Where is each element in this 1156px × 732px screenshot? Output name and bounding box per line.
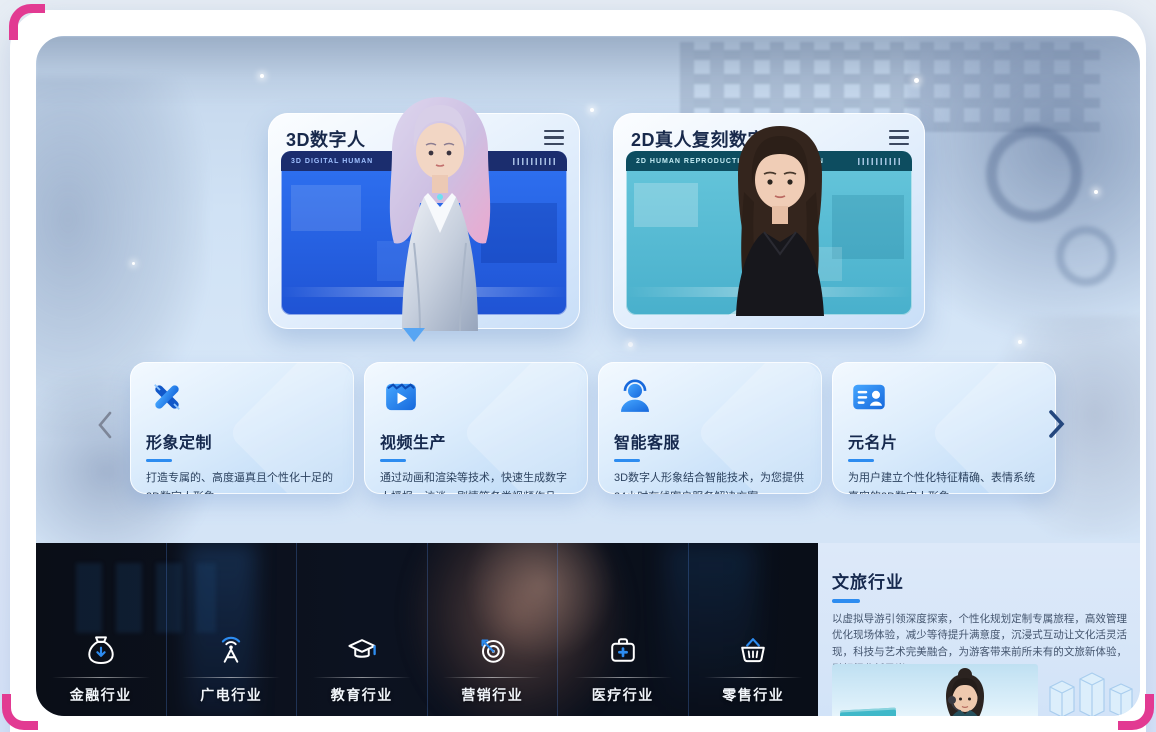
menu-icon[interactable] (889, 130, 909, 149)
chevron-right-icon[interactable] (1044, 406, 1068, 442)
pen-tools-icon (146, 376, 188, 418)
sparkle (914, 78, 919, 83)
industries-section: 文旅行业 以虚拟导游引领深度探索，个性化规划定制专属旅程，高效管理优化现场体验，… (36, 543, 1140, 716)
divider (182, 677, 280, 678)
industry-label: 营销行业 (461, 685, 523, 705)
robot-head-right-decoration (906, 36, 1140, 376)
video-caption: 3D DIGITAL HUMAN (291, 158, 373, 165)
divider (52, 677, 150, 678)
id-card-icon (848, 376, 890, 418)
hero-card-3d[interactable]: 3D数字人 3D DIGITAL HUMAN (268, 113, 580, 329)
sparkle (628, 342, 633, 347)
female-2d-avatar (700, 122, 860, 316)
feature-description: 3D数字人形象结合智能技术，为您提供24小时在线客户服务解决方案。 (614, 469, 806, 494)
feature-card-image-customization[interactable]: 形象定制 打造专属的、高度逼真且个性化十足的3D数字人形象。 (130, 362, 354, 494)
industry-item-medical[interactable]: 医疗行业 (558, 543, 689, 716)
hero-card-2d[interactable]: 2D真人复刻数字人 2D HUMAN REPRODUCTION DIGITAL … (613, 113, 925, 329)
feature-description: 打造专属的、高度逼真且个性化十足的3D数字人形象。 (146, 469, 338, 494)
corner-accent-icon (2, 694, 38, 730)
title-underline (614, 459, 640, 462)
feature-title: 元名片 (848, 429, 1040, 453)
medical-kit-icon (605, 632, 641, 668)
title-underline (380, 459, 406, 462)
menu-icon[interactable] (544, 130, 564, 149)
industry-item-education[interactable]: 教育行业 (297, 543, 428, 716)
sparkle (260, 74, 264, 78)
industries-strip: 金融行业 广电行业 (36, 543, 818, 716)
chevron-left-icon[interactable] (94, 408, 116, 442)
divider (574, 677, 672, 678)
tick-marks-icon (858, 158, 902, 165)
title-underline (832, 599, 860, 603)
industry-label: 医疗行业 (592, 685, 654, 705)
divider (704, 677, 802, 678)
main-content: 3D数字人 3D DIGITAL HUMAN (36, 36, 1140, 716)
industry-label: 零售行业 (722, 685, 784, 705)
shopping-basket-icon (735, 632, 771, 668)
sparkle (1094, 190, 1098, 194)
tick-marks-icon (513, 158, 557, 165)
window-frame: 3D数字人 3D DIGITAL HUMAN (10, 10, 1146, 732)
customer-service-icon (614, 376, 656, 418)
target-arrow-icon (474, 632, 510, 668)
video-pattern (634, 183, 698, 227)
robot-ring-decoration (986, 126, 1082, 222)
feature-description: 为用户建立个性化特征精确、表情系统真实的3D数字人形象。 (848, 469, 1040, 494)
industry-label: 金融行业 (70, 685, 132, 705)
corner-accent-icon (9, 4, 45, 40)
industry-item-marketing[interactable]: 营销行业 (428, 543, 559, 716)
sparkle (590, 108, 594, 112)
feature-title: 视频生产 (380, 429, 572, 453)
video-clip-icon (380, 376, 422, 418)
feature-card-video-production[interactable]: 视频生产 通过动画和渲染等技术，快速生成数字人播报、访谈、剧情等各类视频作品。 (364, 362, 588, 494)
feature-card-meta-card[interactable]: 元名片 为用户建立个性化特征精确、表情系统真实的3D数字人形象。 (832, 362, 1056, 494)
industry-item-retail[interactable]: 零售行业 (689, 543, 819, 716)
sparkle (132, 262, 135, 265)
divider (313, 677, 411, 678)
hero-background-band (36, 36, 1140, 106)
hero-card-title: 3D数字人 (286, 126, 366, 152)
industry-item-broadcast[interactable]: 广电行业 (167, 543, 298, 716)
video-pattern (291, 185, 361, 231)
industry-label: 教育行业 (331, 685, 393, 705)
robot-ring-decoration (1056, 226, 1116, 286)
female-3d-avatar (362, 93, 518, 331)
industry-detail-panel: 文旅行业 以虚拟导游引领深度探索，个性化规划定制专属旅程，高效管理优化现场体验，… (818, 543, 1140, 716)
broadcast-antenna-icon (213, 632, 249, 668)
page: 3D数字人 3D DIGITAL HUMAN (0, 0, 1156, 732)
sparkle (1018, 340, 1022, 344)
industry-item-finance[interactable]: 金融行业 (36, 543, 167, 716)
feature-title: 智能客服 (614, 429, 806, 453)
money-bag-icon (83, 632, 119, 668)
graduation-cap-icon (344, 632, 380, 668)
divider (443, 677, 541, 678)
triangle-down-icon (403, 328, 425, 342)
scene-signboard (840, 708, 896, 716)
tourism-scene-image (832, 664, 1038, 716)
feature-card-smart-service[interactable]: 智能客服 3D数字人形象结合智能技术，为您提供24小时在线客户服务解决方案。 (598, 362, 822, 494)
title-underline (848, 459, 874, 462)
tour-guide-avatar (928, 668, 1002, 716)
feature-title: 形象定制 (146, 429, 338, 453)
feature-description: 通过动画和渲染等技术，快速生成数字人播报、访谈、剧情等各类视频作品。 (380, 469, 572, 494)
industry-label: 广电行业 (200, 685, 262, 705)
industry-detail-title: 文旅行业 (832, 568, 1140, 593)
title-underline (146, 459, 172, 462)
corner-accent-icon (1118, 694, 1154, 730)
